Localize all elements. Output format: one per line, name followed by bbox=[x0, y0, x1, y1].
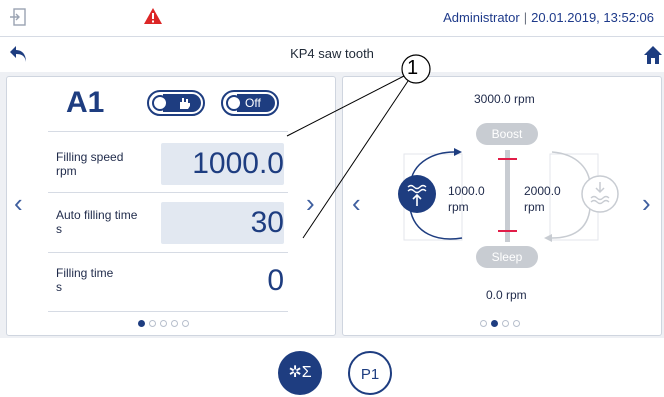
callout-number: 1 bbox=[407, 57, 419, 79]
callout-line bbox=[286, 75, 405, 137]
callout-line bbox=[302, 80, 409, 239]
callout-overlay bbox=[286, 54, 431, 239]
